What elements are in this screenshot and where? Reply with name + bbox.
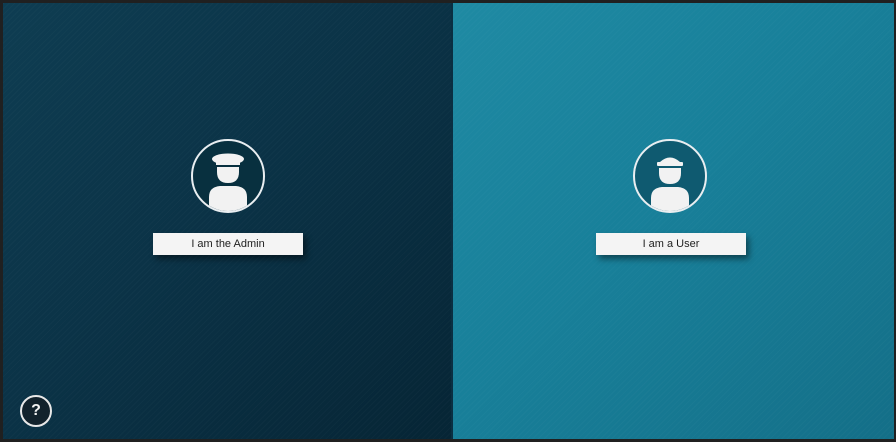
user-choice[interactable]: I am a User — [596, 139, 748, 259]
admin-panel[interactable]: I am the Admin ? — [3, 3, 451, 439]
user-button[interactable]: I am a User — [596, 233, 746, 255]
admin-officer-icon[interactable] — [191, 139, 265, 213]
user-panel[interactable]: I am a User — [453, 3, 894, 439]
admin-button[interactable]: I am the Admin — [153, 233, 303, 255]
admin-choice[interactable]: I am the Admin — [153, 139, 305, 259]
help-icon[interactable]: ? — [20, 395, 52, 427]
role-selection-screen: I am the Admin ? I am a User — [0, 0, 896, 442]
user-sailor-icon[interactable] — [633, 139, 707, 213]
